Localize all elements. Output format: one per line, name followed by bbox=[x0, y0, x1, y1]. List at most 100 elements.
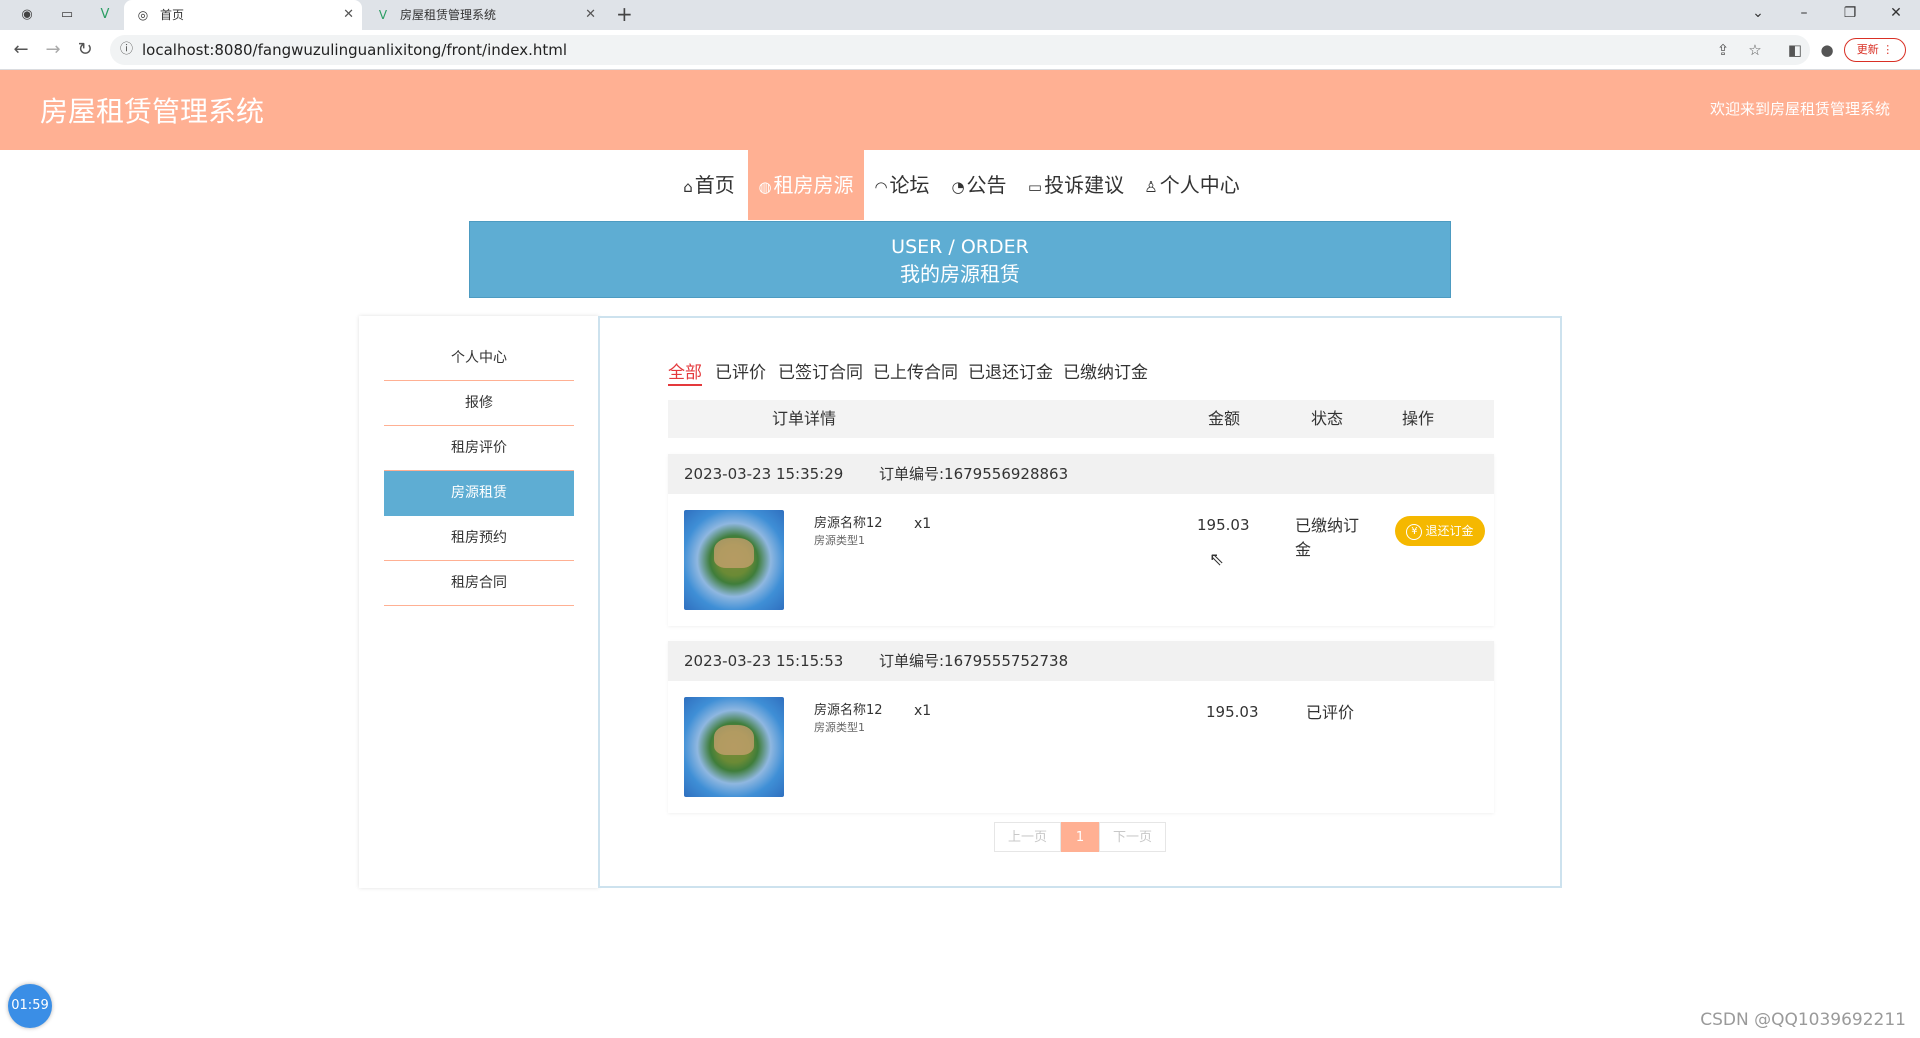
nav-user-center[interactable]: ♙ 个人中心 bbox=[1140, 150, 1244, 220]
notice-icon: ◔ bbox=[951, 178, 965, 196]
header-action: 操作 bbox=[1402, 409, 1435, 428]
globe-icon: ◎ bbox=[137, 8, 149, 22]
order-amount: 195.03 bbox=[1206, 703, 1259, 721]
order-row: 2023-03-23 15:35:29 订单编号:1679556928863 房… bbox=[668, 454, 1494, 626]
order-header: 2023-03-23 15:35:29 订单编号:1679556928863 bbox=[668, 454, 1494, 494]
tab-all[interactable]: 全部 bbox=[668, 358, 702, 386]
reload-icon[interactable]: ↻ bbox=[74, 39, 96, 61]
nav-home[interactable]: ⌂ 首页 bbox=[670, 150, 748, 220]
close-window-icon[interactable]: ✕ bbox=[1876, 0, 1916, 30]
nav-notice[interactable]: ◔ 公告 bbox=[946, 150, 1012, 220]
nav-label: 个人中心 bbox=[1159, 173, 1240, 197]
tab-title: 首页 bbox=[160, 8, 185, 22]
order-amount: 195.03 bbox=[1197, 516, 1250, 534]
banner-title-cn: 我的房源租赁 bbox=[900, 262, 1020, 286]
url-field[interactable]: ⓘ localhost:8080/fangwuzulinguanlixitong… bbox=[110, 35, 1810, 65]
app-icon[interactable]: ◉ bbox=[18, 6, 36, 24]
new-tab-icon[interactable]: + bbox=[616, 2, 633, 26]
refund-deposit-button[interactable]: ¥ 退还订金 bbox=[1395, 516, 1485, 546]
share-icon[interactable]: ⇪ bbox=[1712, 39, 1734, 61]
order-status: 已缴纳订金 bbox=[1295, 516, 1360, 559]
order-time: 2023-03-23 15:35:29 bbox=[684, 465, 844, 483]
chevron-down-icon[interactable]: ⌄ bbox=[1738, 0, 1778, 30]
property-thumbnail[interactable] bbox=[684, 510, 784, 610]
site-title: 房屋租赁管理系统 bbox=[40, 95, 265, 128]
address-bar: ← → ↻ ⓘ localhost:8080/fangwuzulinguanli… bbox=[0, 30, 1920, 70]
property-thumbnail[interactable] bbox=[684, 697, 784, 797]
home-icon: ⌂ bbox=[683, 178, 693, 196]
property-type: 房源类型1 bbox=[814, 534, 865, 547]
order-header: 2023-03-23 15:15:53 订单编号:1679555752738 bbox=[668, 641, 1494, 681]
sidebar-icon[interactable]: ◧ bbox=[1784, 39, 1806, 61]
refund-deposit-label: 退还订金 bbox=[1425, 524, 1474, 538]
welcome-text: 欢迎来到房屋租赁管理系统 bbox=[1709, 100, 1890, 118]
sidebar-item-repair[interactable]: 报修 bbox=[384, 381, 574, 426]
info-icon[interactable]: ⓘ bbox=[120, 35, 133, 65]
user-icon: ♙ bbox=[1144, 178, 1158, 196]
tab-deposit-paid[interactable]: 已缴纳订金 bbox=[1063, 358, 1148, 386]
tab-reviewed[interactable]: 已评价 bbox=[715, 358, 766, 386]
nav-label: 租房房源 bbox=[773, 173, 854, 197]
table-header: 订单详情 金额 状态 操作 bbox=[668, 400, 1494, 438]
property-name: 房源名称12 bbox=[814, 516, 883, 531]
browser-tab-system[interactable]: V 房屋租赁管理系统 ✕ bbox=[364, 0, 604, 30]
page-banner: USER / ORDER 我的房源租赁 bbox=[469, 221, 1451, 298]
update-button[interactable]: 更新 ⋮ bbox=[1844, 38, 1906, 62]
property-type: 房源类型1 bbox=[814, 721, 865, 734]
window-icon[interactable]: ▭ bbox=[58, 6, 76, 24]
tab-contract-uploaded[interactable]: 已上传合同 bbox=[873, 358, 958, 386]
close-icon[interactable]: ✕ bbox=[343, 0, 354, 30]
prev-page-button[interactable]: 上一页 bbox=[994, 822, 1061, 852]
browser-tab-strip: ◉ ▭ V ◎ 首页 ✕ V 房屋租赁管理系统 ✕ + ⌄ – ❐ ✕ bbox=[0, 0, 1920, 30]
next-page-button[interactable]: 下一页 bbox=[1099, 822, 1166, 852]
order-panel: 全部 已评价 已签订合同 已上传合同 已退还订金 已缴纳订金 订单详情 金额 状… bbox=[598, 316, 1562, 888]
nav-label: 投诉建议 bbox=[1044, 173, 1125, 197]
watermark: CSDN @QQ1039692211 bbox=[1700, 1010, 1906, 1030]
star-icon[interactable]: ☆ bbox=[1744, 39, 1766, 61]
user-sidebar: 个人中心 报修 租房评价 房源租赁 租房预约 租房合同 bbox=[359, 316, 599, 888]
update-label: 更新 bbox=[1856, 43, 1879, 56]
tab-contract-signed[interactable]: 已签订合同 bbox=[778, 358, 863, 386]
forward-icon[interactable]: → bbox=[42, 39, 64, 61]
browser-tab-home[interactable]: ◎ 首页 ✕ bbox=[124, 0, 362, 30]
order-number: 订单编号:1679555752738 bbox=[879, 652, 1069, 670]
vue-icon[interactable]: V bbox=[96, 6, 114, 24]
tab-deposit-refunded[interactable]: 已退还订金 bbox=[968, 358, 1053, 386]
site-header: 房屋租赁管理系统 欢迎来到房屋租赁管理系统 bbox=[0, 70, 1920, 150]
yen-icon: ¥ bbox=[1406, 523, 1423, 540]
nav-label: 论坛 bbox=[889, 173, 930, 197]
header-amount: 金额 bbox=[1208, 409, 1241, 428]
order-row: 2023-03-23 15:15:53 订单编号:1679555752738 房… bbox=[668, 641, 1494, 813]
sidebar-item-rental-contract[interactable]: 租房合同 bbox=[384, 561, 574, 606]
sidebar-item-user-center[interactable]: 个人中心 bbox=[384, 336, 574, 381]
sidebar-item-rental-review[interactable]: 租房评价 bbox=[384, 426, 574, 471]
header-status: 状态 bbox=[1311, 409, 1344, 428]
url-text: localhost:8080/fangwuzulinguanlixitong/f… bbox=[142, 41, 568, 59]
order-status: 已评价 bbox=[1306, 703, 1355, 722]
minimize-icon[interactable]: – bbox=[1784, 0, 1824, 30]
vue-icon: V bbox=[378, 8, 388, 22]
back-icon[interactable]: ← bbox=[10, 39, 32, 61]
forum-icon: ◠ bbox=[874, 178, 888, 196]
sidebar-item-rental-booking[interactable]: 租房预约 bbox=[384, 516, 574, 561]
banner-title-en: USER / ORDER bbox=[891, 236, 1029, 258]
restore-icon[interactable]: ❐ bbox=[1830, 0, 1870, 30]
sidebar-item-rental-orders[interactable]: 房源租赁 bbox=[384, 471, 574, 516]
order-quantity: x1 bbox=[914, 516, 932, 532]
nav-forum[interactable]: ◠ 论坛 bbox=[870, 150, 934, 220]
close-icon[interactable]: ✕ bbox=[585, 0, 596, 30]
page-number-button[interactable]: 1 bbox=[1061, 822, 1099, 852]
recording-timer[interactable]: 01:59 bbox=[8, 984, 52, 1028]
complaint-icon: ▭ bbox=[1027, 178, 1043, 196]
tab-title: 房屋租赁管理系统 bbox=[400, 8, 497, 22]
nav-rental-listings[interactable]: ◍ 租房房源 bbox=[748, 150, 864, 220]
main-nav: ⌂ 首页 ◍ 租房房源 ◠ 论坛 ◔ 公告 ▭ 投诉建议 ♙ 个人中心 bbox=[0, 150, 1920, 220]
globe-icon: ◍ bbox=[758, 178, 772, 196]
order-time: 2023-03-23 15:15:53 bbox=[684, 652, 844, 670]
profile-icon[interactable]: ● bbox=[1816, 39, 1838, 61]
order-quantity: x1 bbox=[914, 703, 932, 719]
nav-label: 首页 bbox=[694, 173, 735, 197]
order-number: 订单编号:1679556928863 bbox=[879, 465, 1069, 483]
nav-complaints[interactable]: ▭ 投诉建议 bbox=[1024, 150, 1128, 220]
nav-label: 公告 bbox=[966, 173, 1007, 197]
